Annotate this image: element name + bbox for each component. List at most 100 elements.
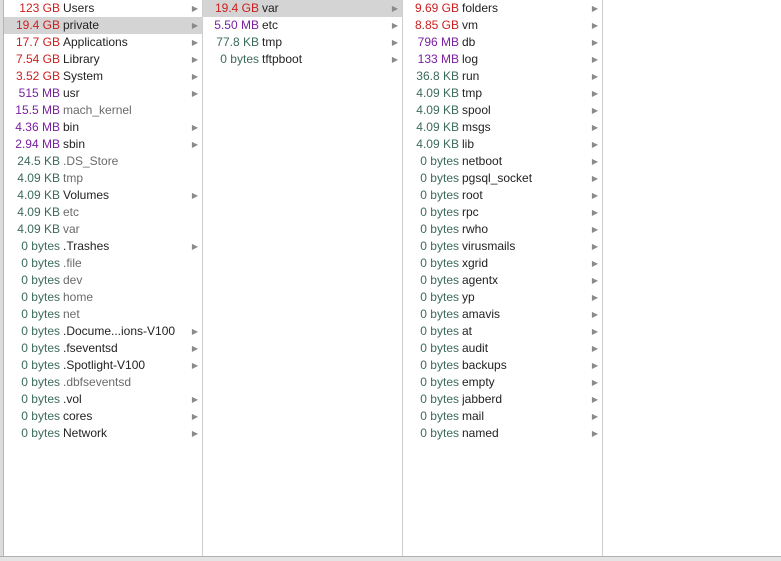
list-item[interactable]: 0 bytes .file <box>4 255 202 272</box>
list-item[interactable]: 0 bytes .vol ▶ <box>4 391 202 408</box>
list-item[interactable]: 19.4 GB private ▶ <box>4 17 202 34</box>
list-item[interactable]: 0 bytes tftpboot ▶ <box>203 51 402 68</box>
chevron-right-icon[interactable]: ▶ <box>192 51 198 68</box>
list-item[interactable]: 4.36 MB bin ▶ <box>4 119 202 136</box>
list-item[interactable]: 4.09 KB spool ▶ <box>403 102 602 119</box>
list-item[interactable]: 8.85 GB vm ▶ <box>403 17 602 34</box>
browser-column-3[interactable]: 9.69 GB folders ▶ 8.85 GB vm ▶ 796 MB db ▶ 133 MB… <box>403 0 603 556</box>
chevron-right-icon[interactable]: ▶ <box>192 391 198 408</box>
chevron-right-icon[interactable]: ▶ <box>192 408 198 425</box>
chevron-right-icon[interactable]: ▶ <box>592 323 598 340</box>
list-item[interactable]: 7.54 GB Library ▶ <box>4 51 202 68</box>
chevron-right-icon[interactable]: ▶ <box>192 136 198 153</box>
list-item[interactable]: 17.7 GB Applications ▶ <box>4 34 202 51</box>
list-item[interactable]: 9.69 GB folders ▶ <box>403 0 602 17</box>
chevron-right-icon[interactable]: ▶ <box>592 289 598 306</box>
list-item[interactable]: 4.09 KB var <box>4 221 202 238</box>
list-item[interactable]: 0 bytes cores ▶ <box>4 408 202 425</box>
chevron-right-icon[interactable]: ▶ <box>192 238 198 255</box>
list-item[interactable]: 0 bytes rwho ▶ <box>403 221 602 238</box>
chevron-right-icon[interactable]: ▶ <box>592 136 598 153</box>
list-item[interactable]: 0 bytes agentx ▶ <box>403 272 602 289</box>
list-item[interactable]: 0 bytes yp ▶ <box>403 289 602 306</box>
chevron-right-icon[interactable]: ▶ <box>592 391 598 408</box>
list-item[interactable]: 0 bytes dev <box>4 272 202 289</box>
chevron-right-icon[interactable]: ▶ <box>192 34 198 51</box>
chevron-right-icon[interactable]: ▶ <box>592 238 598 255</box>
list-item[interactable]: 77.8 KB tmp ▶ <box>203 34 402 51</box>
chevron-right-icon[interactable]: ▶ <box>392 51 398 68</box>
list-item[interactable]: 0 bytes pgsql_socket ▶ <box>403 170 602 187</box>
list-item[interactable]: 133 MB log ▶ <box>403 51 602 68</box>
chevron-right-icon[interactable]: ▶ <box>592 425 598 442</box>
list-item[interactable]: 0 bytes .Spotlight-V100 ▶ <box>4 357 202 374</box>
chevron-right-icon[interactable]: ▶ <box>192 0 198 17</box>
chevron-right-icon[interactable]: ▶ <box>592 221 598 238</box>
list-item[interactable]: 15.5 MB mach_kernel <box>4 102 202 119</box>
list-item[interactable]: 0 bytes audit ▶ <box>403 340 602 357</box>
list-item[interactable]: 0 bytes root ▶ <box>403 187 602 204</box>
chevron-right-icon[interactable]: ▶ <box>592 340 598 357</box>
chevron-right-icon[interactable]: ▶ <box>192 340 198 357</box>
chevron-right-icon[interactable]: ▶ <box>592 306 598 323</box>
list-item[interactable]: 0 bytes empty ▶ <box>403 374 602 391</box>
list-item[interactable]: 0 bytes .Docume...ions-V100 ▶ <box>4 323 202 340</box>
chevron-right-icon[interactable]: ▶ <box>592 68 598 85</box>
list-item[interactable]: 0 bytes net <box>4 306 202 323</box>
chevron-right-icon[interactable]: ▶ <box>592 85 598 102</box>
list-item[interactable]: 0 bytes rpc ▶ <box>403 204 602 221</box>
list-item[interactable]: 4.09 KB Volumes ▶ <box>4 187 202 204</box>
list-item[interactable]: 0 bytes netboot ▶ <box>403 153 602 170</box>
browser-column-1[interactable]: 123 GB Users ▶ 19.4 GB private ▶ 17.7 GB Applic… <box>4 0 203 556</box>
chevron-right-icon[interactable]: ▶ <box>192 323 198 340</box>
list-item[interactable]: 36.8 KB run ▶ <box>403 68 602 85</box>
chevron-right-icon[interactable]: ▶ <box>592 272 598 289</box>
list-item[interactable]: 123 GB Users ▶ <box>4 0 202 17</box>
list-item[interactable]: 5.50 MB etc ▶ <box>203 17 402 34</box>
chevron-right-icon[interactable]: ▶ <box>392 17 398 34</box>
list-item[interactable]: 4.09 KB tmp <box>4 170 202 187</box>
chevron-right-icon[interactable]: ▶ <box>392 34 398 51</box>
list-item[interactable]: 0 bytes Network ▶ <box>4 425 202 442</box>
chevron-right-icon[interactable]: ▶ <box>192 187 198 204</box>
chevron-right-icon[interactable]: ▶ <box>592 374 598 391</box>
chevron-right-icon[interactable]: ▶ <box>592 17 598 34</box>
list-item[interactable]: 4.09 KB msgs ▶ <box>403 119 602 136</box>
chevron-right-icon[interactable]: ▶ <box>592 34 598 51</box>
chevron-right-icon[interactable]: ▶ <box>192 85 198 102</box>
chevron-right-icon[interactable]: ▶ <box>592 0 598 17</box>
chevron-right-icon[interactable]: ▶ <box>592 255 598 272</box>
list-item[interactable]: 4.09 KB etc <box>4 204 202 221</box>
list-item[interactable]: 3.52 GB System ▶ <box>4 68 202 85</box>
chevron-right-icon[interactable]: ▶ <box>192 357 198 374</box>
list-item[interactable]: 0 bytes .dbfseventsd <box>4 374 202 391</box>
chevron-right-icon[interactable]: ▶ <box>192 68 198 85</box>
chevron-right-icon[interactable]: ▶ <box>392 0 398 17</box>
chevron-right-icon[interactable]: ▶ <box>592 187 598 204</box>
list-item[interactable]: 0 bytes named ▶ <box>403 425 602 442</box>
list-item[interactable]: 0 bytes virusmails ▶ <box>403 238 602 255</box>
list-item[interactable]: 19.4 GB var ▶ <box>203 0 402 17</box>
chevron-right-icon[interactable]: ▶ <box>592 51 598 68</box>
list-item[interactable]: 24.5 KB .DS_Store <box>4 153 202 170</box>
list-item[interactable]: 0 bytes jabberd ▶ <box>403 391 602 408</box>
chevron-right-icon[interactable]: ▶ <box>592 357 598 374</box>
list-item[interactable]: 796 MB db ▶ <box>403 34 602 51</box>
list-item[interactable]: 4.09 KB lib ▶ <box>403 136 602 153</box>
browser-column-4[interactable] <box>603 0 781 556</box>
list-item[interactable]: 0 bytes .fseventsd ▶ <box>4 340 202 357</box>
list-item[interactable]: 0 bytes at ▶ <box>403 323 602 340</box>
list-item[interactable]: 0 bytes backups ▶ <box>403 357 602 374</box>
chevron-right-icon[interactable]: ▶ <box>592 170 598 187</box>
list-item[interactable]: 0 bytes home <box>4 289 202 306</box>
list-item[interactable]: 4.09 KB tmp ▶ <box>403 85 602 102</box>
list-item[interactable]: 0 bytes .Trashes ▶ <box>4 238 202 255</box>
chevron-right-icon[interactable]: ▶ <box>192 119 198 136</box>
list-item[interactable]: 0 bytes xgrid ▶ <box>403 255 602 272</box>
chevron-right-icon[interactable]: ▶ <box>592 408 598 425</box>
chevron-right-icon[interactable]: ▶ <box>592 119 598 136</box>
list-item[interactable]: 515 MB usr ▶ <box>4 85 202 102</box>
browser-column-2[interactable]: 19.4 GB var ▶ 5.50 MB etc ▶ 77.8 KB tmp ▶ 0 bytes… <box>203 0 403 556</box>
list-item[interactable]: 2.94 MB sbin ▶ <box>4 136 202 153</box>
chevron-right-icon[interactable]: ▶ <box>192 425 198 442</box>
